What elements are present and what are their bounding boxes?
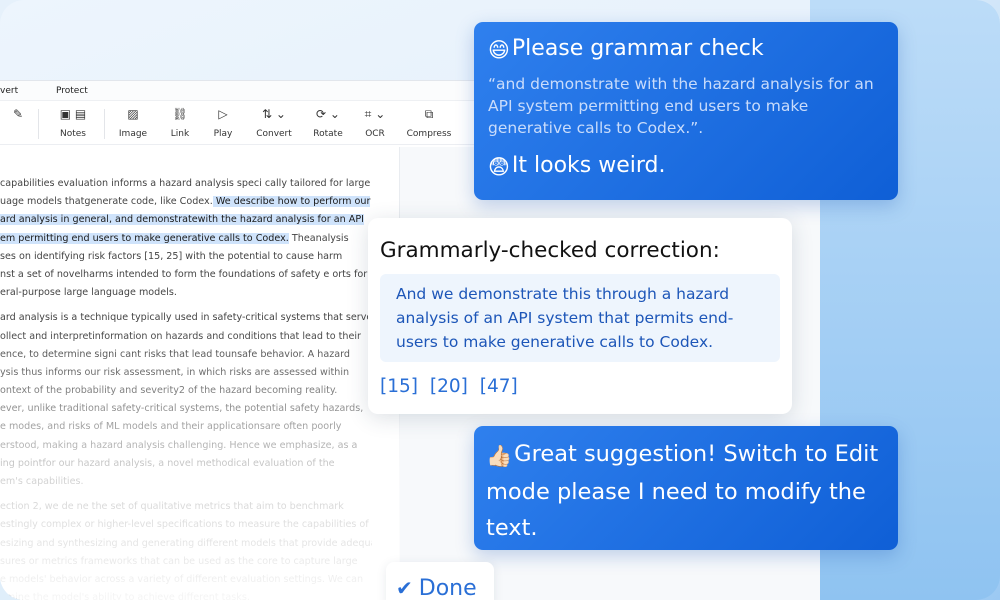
pen-icon: ✎ — [12, 107, 24, 121]
reply-text: Great suggestion! Switch to Edit mode pl… — [486, 441, 879, 541]
compress-label: Compress — [406, 129, 452, 139]
text-line: esizing and synthesizing and generating … — [0, 537, 372, 549]
notes-icon: ▣ ▤ — [59, 107, 87, 121]
rotate-label: Rotate — [313, 129, 343, 139]
user-message-grammar-check: 😄Please grammar check “and demonstrate w… — [474, 22, 898, 200]
text-line: amine the model's ability to achieve dif… — [0, 592, 250, 600]
text-span: Theanalysis — [288, 232, 349, 244]
text-line: em permitting end users to make generati… — [0, 230, 372, 248]
rotate-icon: ⟳ ⌄ — [316, 107, 340, 121]
highlighted-text[interactable]: ard analysis in general, and demonstrate… — [0, 214, 364, 226]
quoted-text: “and demonstrate with the hazard analysi… — [488, 75, 874, 137]
text-line: ard analysis is a technique typically us… — [0, 312, 372, 324]
highlighted-text[interactable]: em permitting end users to make generati… — [0, 232, 289, 244]
paragraph-2: ard analysis is a technique typically us… — [0, 309, 372, 491]
link-label: Link — [170, 129, 190, 139]
pen-tool-button[interactable]: ✎ — [8, 105, 28, 123]
text-line: ing pointfor our hazard analysis, a nove… — [0, 457, 335, 469]
ocr-button[interactable]: ⌗ ⌄ OCR — [358, 105, 392, 139]
convert-button[interactable]: ⇅ ⌄ Convert — [252, 105, 296, 139]
reference-link[interactable]: [47] — [480, 376, 518, 397]
link-icon: ⛓ — [172, 107, 188, 121]
fearful-face-icon: 😨 — [488, 155, 510, 179]
image-button[interactable]: ▨ Image — [114, 105, 152, 139]
document-text[interactable]: capabilities evaluation informs a hazard… — [0, 175, 372, 600]
grinning-face-icon: 😄 — [488, 38, 510, 62]
text-line: eral-purpose large language models. — [0, 287, 177, 299]
paragraph-3: ection 2, we de ne the set of qualitativ… — [0, 498, 372, 600]
notes-button[interactable]: ▣ ▤ Notes — [50, 105, 96, 139]
text-line: e modes, and risks of ML models and thei… — [0, 421, 342, 433]
reference-link[interactable]: [15] — [380, 376, 418, 397]
text-line: ses on identifying risk factors [15, 25]… — [0, 250, 343, 262]
text-line: ard analysis in general, and demonstrate… — [0, 211, 372, 229]
link-button[interactable]: ⛓ Link — [164, 105, 196, 139]
highlighted-text[interactable]: We describe how to perform our — [212, 196, 371, 208]
background-frame: vert Protect ✎ ▣ ▤ Notes ▨ Image ⛓ Link … — [0, 0, 1000, 600]
text-line: sures or metrics frameworks that can be … — [0, 555, 358, 567]
convert-label: Convert — [256, 129, 292, 139]
reference-links: [15] [20] [47] — [380, 376, 780, 397]
text-line: ontext of the probability and severity2 … — [0, 385, 338, 397]
paragraph-1: capabilities evaluation informs a hazard… — [0, 175, 372, 302]
play-icon: ▷ — [218, 107, 228, 121]
text-line: ollect and interpretinformation on hazar… — [0, 330, 361, 342]
text-line: uage models thatgenerate code, like Code… — [0, 193, 372, 211]
image-icon: ▨ — [127, 107, 139, 121]
text-line: e models' behavior across a variety of d… — [0, 573, 364, 585]
done-status[interactable]: ✔ Done — [386, 562, 494, 600]
message-title: Please grammar check — [511, 36, 764, 61]
text-line: em's capabilities. — [0, 476, 84, 487]
rotate-button[interactable]: ⟳ ⌄ Rotate — [308, 105, 348, 139]
compress-icon: ⧉ — [424, 107, 434, 121]
menu-protect[interactable]: Protect — [56, 86, 88, 96]
toolbar-divider — [38, 109, 39, 139]
text-line: ence, to determine signi cant risks that… — [0, 348, 351, 360]
thumbs-up-icon: 👍🏻 — [486, 444, 513, 468]
ocr-label: OCR — [365, 129, 385, 139]
correction-title: Grammarly-checked correction: — [380, 238, 720, 263]
text-line: estingly complex or higher-level specifi… — [0, 519, 369, 531]
assistant-correction-card: Grammarly-checked correction: And we dem… — [368, 218, 792, 414]
reference-link[interactable]: [20] — [430, 376, 468, 397]
checkmark-icon: ✔ — [396, 576, 413, 600]
corrected-text[interactable]: And we demonstrate this through a hazard… — [380, 274, 780, 362]
image-label: Image — [118, 129, 148, 139]
play-button[interactable]: ▷ Play — [206, 105, 240, 139]
ocr-icon: ⌗ ⌄ — [364, 107, 386, 121]
message-heading: 😄Please grammar check — [488, 34, 884, 65]
menu-convert[interactable]: vert — [0, 86, 18, 96]
text-line: erstood, making a hazard analysis challe… — [0, 439, 358, 451]
notes-label: Notes — [60, 129, 86, 139]
text-line: ection 2, we de ne the set of qualitativ… — [0, 501, 344, 513]
compress-button[interactable]: ⧉ Compress — [404, 105, 454, 139]
document-page: capabilities evaluation informs a hazard… — [0, 147, 400, 600]
text-line: nst a set of novelharms intended to form… — [0, 268, 368, 280]
convert-icon: ⇅ ⌄ — [262, 107, 286, 121]
message-followup: 😨It looks weird. — [488, 151, 884, 182]
text-line: capabilities evaluation informs a hazard… — [0, 178, 371, 189]
text-line: ysis thus informs our risk assessment, i… — [0, 366, 350, 378]
user-message-edit-mode: 👍🏻Great suggestion! Switch to Edit mode … — [474, 426, 898, 550]
text-line: ever, unlike traditional safety-critical… — [0, 403, 364, 415]
text-span: uage models thatgenerate code, like Code… — [0, 196, 213, 208]
play-label: Play — [213, 129, 233, 139]
done-label: Done — [418, 576, 477, 600]
followup-text: It looks weird. — [511, 153, 666, 178]
toolbar-divider — [104, 109, 105, 139]
